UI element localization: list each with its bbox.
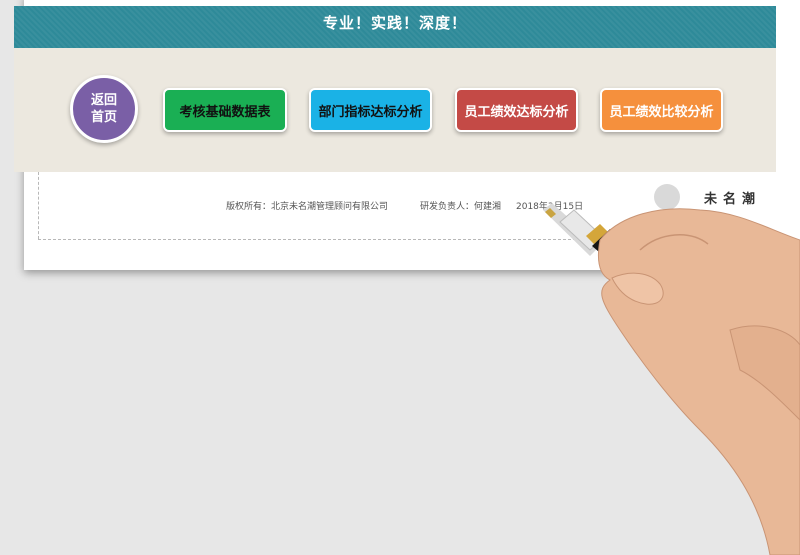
hand-with-pen-image: [543, 203, 800, 555]
